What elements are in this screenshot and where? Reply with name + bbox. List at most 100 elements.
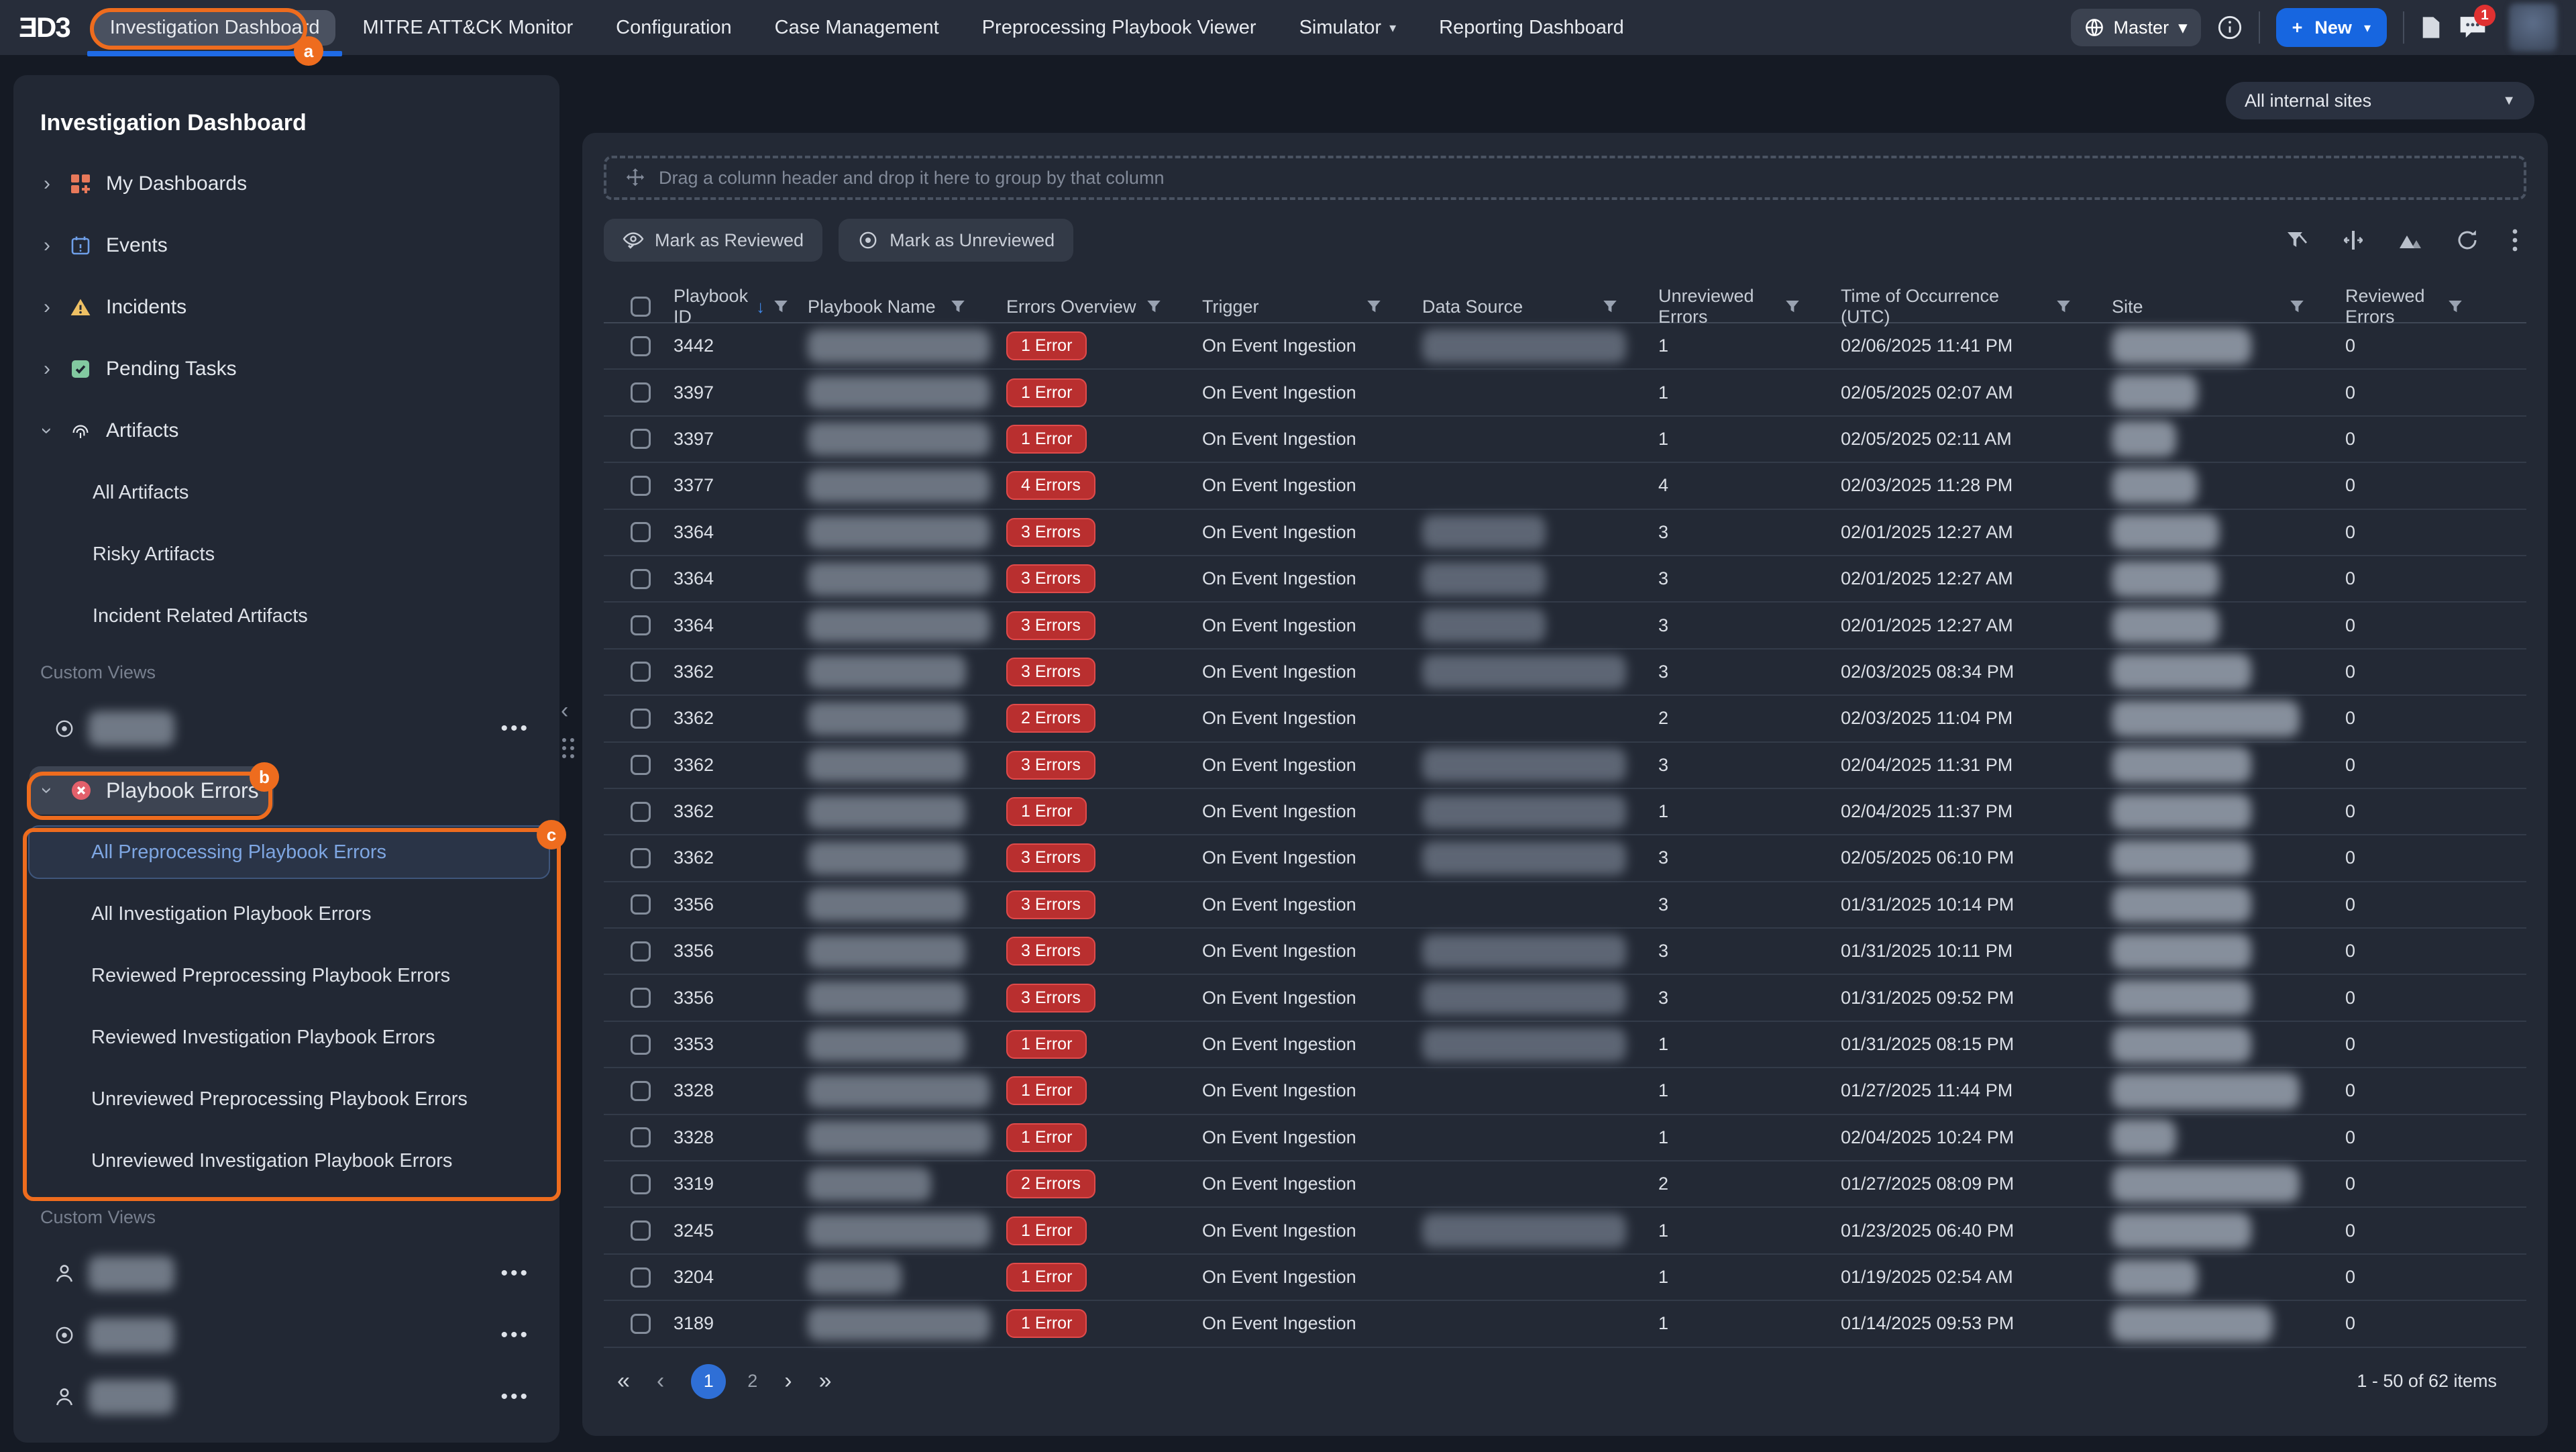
more-options-icon[interactable]: ••• bbox=[500, 1386, 530, 1408]
sort-triangles-icon[interactable] bbox=[2398, 229, 2423, 251]
row-checkbox[interactable] bbox=[631, 336, 651, 356]
table-row[interactable]: 33623 ErrorsOn Event Ingestion302/03/202… bbox=[604, 650, 2526, 696]
chevron-right-icon[interactable]: › bbox=[38, 358, 56, 380]
sidebar-item-reviewed-investigation-playbook-errors[interactable]: Reviewed Investigation Playbook Errors bbox=[13, 1006, 559, 1068]
row-checkbox[interactable] bbox=[631, 1127, 651, 1147]
row-checkbox[interactable] bbox=[631, 615, 651, 635]
sidebar-item-my-dashboards[interactable]: ›My Dashboards bbox=[13, 153, 559, 215]
table-row[interactable]: 33281 ErrorOn Event Ingestion102/04/2025… bbox=[604, 1115, 2526, 1161]
sidebar-item-incident-related-artifacts[interactable]: Incident Related Artifacts bbox=[13, 585, 559, 647]
previous-page-button[interactable]: ‹ bbox=[657, 1368, 664, 1394]
row-checkbox[interactable] bbox=[631, 1267, 651, 1288]
nav-tab-configuration[interactable]: Configuration bbox=[600, 10, 748, 46]
table-row[interactable]: 32041 ErrorOn Event Ingestion101/19/2025… bbox=[604, 1255, 2526, 1301]
row-checkbox[interactable] bbox=[631, 941, 651, 962]
avatar[interactable] bbox=[2509, 3, 2557, 52]
site-filter-dropdown[interactable]: All internal sites ▼ bbox=[2226, 82, 2534, 119]
table-row[interactable]: 31891 ErrorOn Event Ingestion101/14/2025… bbox=[604, 1301, 2526, 1347]
new-button[interactable]: +New▾ bbox=[2276, 8, 2387, 47]
column-header-time-of-occurrence-utc-[interactable]: Time of Occurrence (UTC) bbox=[1825, 286, 2096, 327]
sidebar-item-pending-tasks[interactable]: ›Pending Tasks bbox=[13, 338, 559, 400]
error-count-badge[interactable]: 2 Errors bbox=[1006, 1170, 1095, 1198]
table-row[interactable]: 33643 ErrorsOn Event Ingestion302/01/202… bbox=[604, 603, 2526, 649]
table-row[interactable]: 33621 ErrorOn Event Ingestion102/04/2025… bbox=[604, 789, 2526, 835]
page-button[interactable]: 2 bbox=[747, 1371, 757, 1392]
error-count-badge[interactable]: 1 Error bbox=[1006, 1123, 1087, 1152]
column-header-unreviewed-errors[interactable]: Unreviewed Errors bbox=[1642, 286, 1825, 327]
error-count-badge[interactable]: 3 Errors bbox=[1006, 564, 1095, 593]
more-options-icon[interactable]: ••• bbox=[500, 1324, 530, 1347]
error-count-badge[interactable]: 1 Error bbox=[1006, 425, 1087, 454]
chat-icon[interactable]: 1 bbox=[2458, 14, 2487, 41]
table-row[interactable]: 33971 ErrorOn Event Ingestion102/05/2025… bbox=[604, 417, 2526, 463]
chevron-right-icon[interactable]: › bbox=[38, 296, 56, 319]
chevron-down-icon[interactable]: › bbox=[36, 421, 58, 440]
table-row[interactable]: 34421 ErrorOn Event Ingestion102/06/2025… bbox=[604, 323, 2526, 370]
row-checkbox[interactable] bbox=[631, 755, 651, 775]
row-checkbox[interactable] bbox=[631, 1035, 651, 1055]
error-count-badge[interactable]: 1 Error bbox=[1006, 797, 1087, 826]
nav-tab-mitre-att-ck-monitor[interactable]: MITRE ATT&CK Monitor bbox=[346, 10, 589, 46]
error-count-badge[interactable]: 3 Errors bbox=[1006, 843, 1095, 872]
sidebar-item-events[interactable]: ›Events bbox=[13, 215, 559, 276]
table-row[interactable]: 33643 ErrorsOn Event Ingestion302/01/202… bbox=[604, 556, 2526, 603]
column-header-trigger[interactable]: Trigger bbox=[1186, 297, 1406, 317]
row-checkbox[interactable] bbox=[631, 1081, 651, 1101]
row-checkbox[interactable] bbox=[631, 1174, 651, 1194]
error-count-badge[interactable]: 3 Errors bbox=[1006, 658, 1095, 686]
error-count-badge[interactable]: 3 Errors bbox=[1006, 984, 1095, 1013]
error-count-badge[interactable]: 1 Error bbox=[1006, 1030, 1087, 1059]
error-count-badge[interactable]: 3 Errors bbox=[1006, 751, 1095, 780]
more-options-icon[interactable] bbox=[2512, 228, 2518, 252]
row-checkbox[interactable] bbox=[631, 802, 651, 822]
table-row[interactable]: 33623 ErrorsOn Event Ingestion302/05/202… bbox=[604, 835, 2526, 882]
row-checkbox[interactable] bbox=[631, 709, 651, 729]
sidebar-item-artifacts[interactable]: ›Artifacts bbox=[13, 400, 559, 462]
row-checkbox[interactable] bbox=[631, 894, 651, 915]
group-by-drop-zone[interactable]: Drag a column header and drop it here to… bbox=[604, 156, 2526, 200]
row-checkbox[interactable] bbox=[631, 522, 651, 542]
mark-as-unreviewed-button[interactable]: Mark as Unreviewed bbox=[839, 219, 1073, 262]
error-count-badge[interactable]: 3 Errors bbox=[1006, 518, 1095, 547]
error-count-badge[interactable]: 1 Error bbox=[1006, 1309, 1087, 1338]
sidebar-item-all-preprocessing-playbook-errors[interactable]: All Preprocessing Playbook Errors bbox=[13, 821, 559, 883]
custom-view-item[interactable]: ••• bbox=[13, 1366, 559, 1428]
filter-icon[interactable] bbox=[773, 299, 789, 315]
filter-icon[interactable] bbox=[1784, 299, 1801, 315]
row-checkbox[interactable] bbox=[631, 476, 651, 496]
column-header-playbook-name[interactable]: Playbook Name bbox=[792, 297, 990, 317]
error-count-badge[interactable]: 4 Errors bbox=[1006, 471, 1095, 500]
chevron-down-icon[interactable]: › bbox=[36, 781, 58, 800]
info-icon[interactable] bbox=[2217, 15, 2243, 40]
mark-as-reviewed-button[interactable]: Mark as Reviewed bbox=[604, 219, 822, 262]
table-row[interactable]: 33623 ErrorsOn Event Ingestion302/04/202… bbox=[604, 743, 2526, 789]
column-resize-icon[interactable] bbox=[2341, 228, 2365, 252]
sidebar-item-all-artifacts[interactable]: All Artifacts bbox=[13, 462, 559, 523]
custom-view-item[interactable]: ••• bbox=[13, 1243, 559, 1304]
row-checkbox[interactable] bbox=[631, 569, 651, 589]
nav-tab-case-management[interactable]: Case Management bbox=[759, 10, 955, 46]
row-checkbox[interactable] bbox=[631, 988, 651, 1008]
table-row[interactable]: 33192 ErrorsOn Event Ingestion201/27/202… bbox=[604, 1161, 2526, 1208]
sidebar-item-risky-artifacts[interactable]: Risky Artifacts bbox=[13, 523, 559, 585]
sidebar-collapse-icon[interactable]: ‹ bbox=[561, 698, 568, 724]
custom-view-item[interactable]: ••• bbox=[13, 1304, 559, 1366]
nav-tab-investigation-dashboard[interactable]: Investigation Dashboard bbox=[94, 10, 336, 46]
filter-icon[interactable] bbox=[2055, 299, 2072, 315]
row-checkbox[interactable] bbox=[631, 662, 651, 682]
column-header-errors-overview[interactable]: Errors Overview bbox=[990, 297, 1186, 317]
first-page-button[interactable]: « bbox=[617, 1368, 630, 1394]
row-checkbox[interactable] bbox=[631, 1314, 651, 1334]
error-count-badge[interactable]: 3 Errors bbox=[1006, 937, 1095, 966]
filter-icon[interactable] bbox=[1366, 299, 1382, 315]
nav-tab-preprocessing-playbook-viewer[interactable]: Preprocessing Playbook Viewer bbox=[966, 10, 1273, 46]
master-site-dropdown[interactable]: Master ▾ bbox=[2071, 9, 2201, 46]
row-checkbox[interactable] bbox=[631, 848, 651, 868]
select-all-checkbox[interactable] bbox=[631, 297, 651, 317]
sidebar-resize-handle[interactable] bbox=[562, 738, 574, 758]
chevron-right-icon[interactable]: › bbox=[38, 234, 56, 257]
filter-icon[interactable] bbox=[1602, 299, 1618, 315]
table-row[interactable]: 32451 ErrorOn Event Ingestion101/23/2025… bbox=[604, 1208, 2526, 1254]
sidebar-item-all-investigation-playbook-errors[interactable]: All Investigation Playbook Errors bbox=[13, 883, 559, 945]
table-row[interactable]: 33622 ErrorsOn Event Ingestion202/03/202… bbox=[604, 696, 2526, 742]
